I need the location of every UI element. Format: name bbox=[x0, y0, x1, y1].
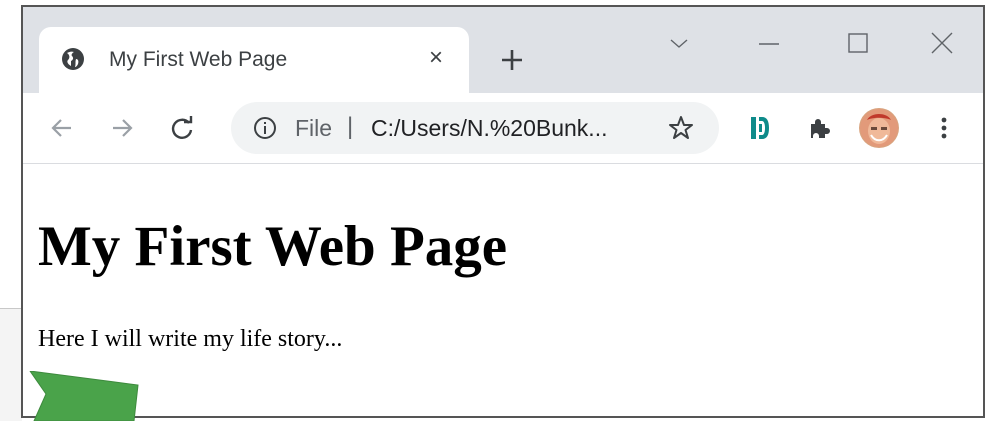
background-panel bbox=[0, 309, 22, 421]
bookmark-star-icon[interactable] bbox=[667, 114, 695, 142]
green-arrow-shape bbox=[29, 371, 139, 421]
page-content: My First Web Page Here I will write my l… bbox=[23, 164, 983, 416]
kebab-menu-icon[interactable] bbox=[929, 113, 959, 143]
minimize-icon[interactable] bbox=[751, 29, 787, 59]
maximize-icon[interactable] bbox=[840, 29, 876, 59]
tab-close-icon[interactable]: × bbox=[423, 45, 449, 71]
puzzle-icon[interactable] bbox=[805, 113, 835, 143]
page-paragraph: Here I will write my life story... bbox=[38, 326, 343, 352]
tab-title: My First Web Page bbox=[109, 48, 288, 71]
url-text[interactable]: C:/Users/N.%20Bunk... bbox=[371, 114, 607, 142]
info-icon[interactable] bbox=[253, 116, 277, 140]
forward-arrow-icon[interactable] bbox=[107, 113, 137, 143]
browser-toolbar: File | C:/Users/N.%20Bunk... bbox=[23, 93, 983, 164]
reload-icon[interactable] bbox=[167, 113, 197, 143]
dashlane-icon[interactable] bbox=[745, 113, 775, 143]
close-icon[interactable] bbox=[924, 29, 960, 59]
address-bar[interactable]: File | C:/Users/N.%20Bunk... bbox=[231, 102, 719, 154]
url-scheme-label: File bbox=[295, 115, 333, 141]
profile-photo-icon bbox=[859, 108, 899, 148]
page-heading: My First Web Page bbox=[38, 215, 508, 278]
back-arrow-icon[interactable] bbox=[47, 113, 77, 143]
title-bar: My First Web Page × bbox=[23, 7, 983, 93]
tab-my-first-web-page[interactable]: My First Web Page × bbox=[39, 27, 469, 93]
new-tab-plus-icon[interactable] bbox=[497, 45, 527, 75]
avatar[interactable] bbox=[859, 108, 899, 148]
chevron-down-icon[interactable] bbox=[661, 29, 697, 59]
browser-window: My First Web Page × File | C:/Users/N.%2… bbox=[21, 5, 985, 418]
globe-icon bbox=[62, 48, 84, 70]
url-separator: | bbox=[347, 113, 354, 140]
